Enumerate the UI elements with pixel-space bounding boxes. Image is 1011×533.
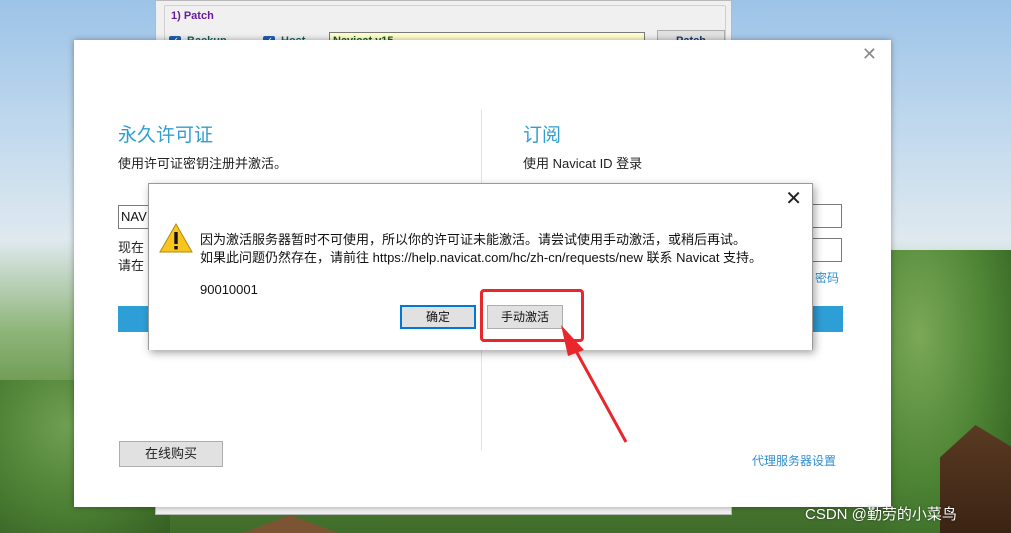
ok-button[interactable]: 确定: [400, 305, 476, 329]
activate-button[interactable]: [118, 306, 150, 332]
subscription-title: 订阅: [523, 125, 562, 146]
password-field[interactable]: [812, 238, 842, 262]
dialog-titlebar: ✕: [149, 184, 812, 214]
navicat-id-field[interactable]: [812, 204, 842, 228]
error-message-line2: 如果此问题仍然存在，请前往 https://help.navicat.com/h…: [200, 250, 763, 265]
background-roof: [242, 515, 338, 533]
forgot-password-link[interactable]: 密码: [815, 269, 839, 286]
warning-icon: [159, 222, 193, 253]
error-message: 因为激活服务器暂时不可使用，所以你的许可证未能激活。请尝试使用手动激活，或稍后再…: [200, 231, 762, 267]
subscription-subtitle: 使用 Navicat ID 登录: [523, 156, 643, 171]
patch-group-label: 1) Patch: [171, 10, 214, 22]
annotation-highlight-box: [480, 289, 584, 342]
sign-in-button[interactable]: [813, 306, 843, 332]
license-note-line1: 现在: [118, 240, 145, 255]
license-note: 现在 请在: [118, 239, 144, 275]
license-note-line2: 请在: [118, 258, 145, 273]
error-message-line1: 因为激活服务器暂时不可使用，所以你的许可证未能激活。请尝试使用手动激活，或稍后再…: [200, 232, 747, 247]
watermark: CSDN @勤劳的小菜鸟: [805, 506, 957, 523]
close-icon[interactable]: ✕: [785, 186, 802, 210]
proxy-settings-link[interactable]: 代理服务器设置: [752, 452, 836, 469]
perpetual-license-subtitle: 使用许可证密钥注册并激活。: [118, 156, 288, 171]
buy-online-button[interactable]: 在线购买: [119, 441, 223, 467]
error-code: 90010001: [200, 282, 258, 297]
perpetual-license-title: 永久许可证: [118, 125, 214, 146]
close-icon[interactable]: ✕: [862, 44, 877, 65]
